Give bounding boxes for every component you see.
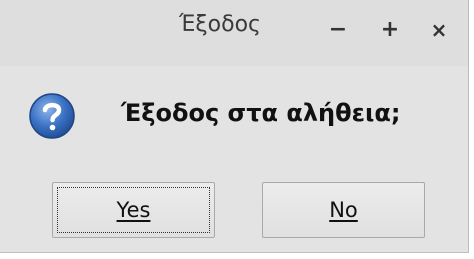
question-icon — [29, 93, 75, 139]
minimize-button[interactable]: − — [322, 14, 354, 46]
yes-button-label: Yes — [116, 198, 151, 222]
yes-button[interactable]: Yes — [52, 182, 215, 238]
no-button-label: No — [329, 198, 358, 222]
dialog-content: Έξοδος στα αλήθεια; Yes No — [0, 66, 468, 252]
title-bar[interactable]: Έξοδος − + × — [0, 0, 468, 66]
confirm-message: Έξοδος στα αλήθεια; — [121, 99, 401, 127]
maximize-button[interactable]: + — [374, 14, 406, 46]
no-button[interactable]: No — [262, 182, 425, 238]
close-button[interactable]: × — [423, 14, 455, 46]
exit-dialog-window: Έξοδος − + × Έξοδος στα αλήθεια; Yes No — [0, 0, 469, 253]
